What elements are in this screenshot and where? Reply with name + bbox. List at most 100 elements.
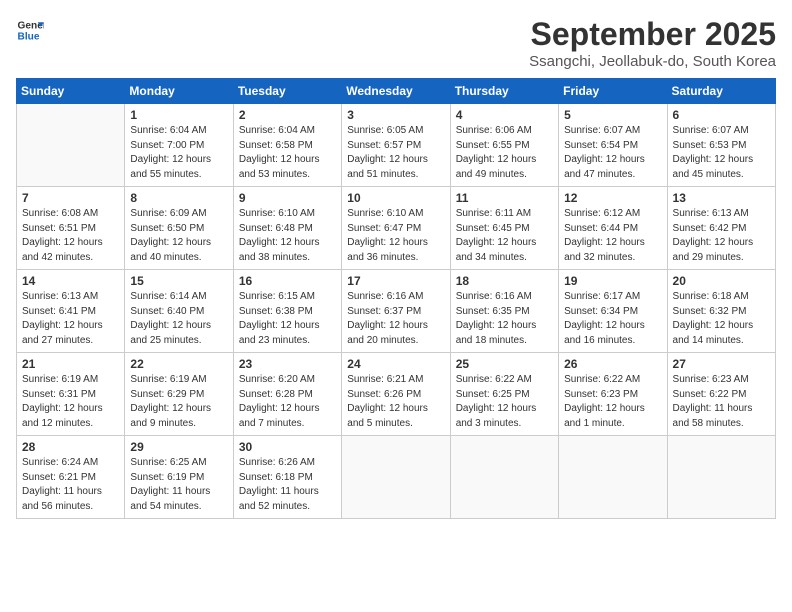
day-info: Sunrise: 6:09 AM Sunset: 6:50 PM Dayligh… bbox=[130, 207, 227, 265]
day-info: Sunrise: 6:13 AM Sunset: 6:41 PM Dayligh… bbox=[22, 290, 119, 348]
day-number: 14 bbox=[22, 274, 119, 288]
day-info: Sunrise: 6:14 AM Sunset: 6:40 PM Dayligh… bbox=[130, 290, 227, 348]
calendar-cell: 3Sunrise: 6:05 AM Sunset: 6:57 PM Daylig… bbox=[342, 104, 450, 187]
day-header-thursday: Thursday bbox=[450, 79, 558, 104]
calendar-cell bbox=[17, 104, 125, 187]
day-info: Sunrise: 6:12 AM Sunset: 6:44 PM Dayligh… bbox=[564, 207, 661, 265]
day-number: 29 bbox=[130, 440, 227, 454]
calendar-cell: 20 Sunrise: 6:18 AM Sunset: 6:32 PM Dayli… bbox=[667, 270, 775, 353]
day-info: Sunrise: 6:16 AM Sunset: 6:35 PM Dayligh… bbox=[456, 290, 553, 348]
calendar-cell: 28 Sunrise: 6:24 AM Sunset: 6:21 PM Dayli… bbox=[17, 436, 125, 519]
calendar-cell: 11 Sunrise: 6:11 AM Sunset: 6:45 PM Dayli… bbox=[450, 187, 558, 270]
day-info: Sunrise: 6:23 AM Sunset: 6:22 PM Dayligh… bbox=[673, 373, 770, 431]
calendar-cell: 25 Sunrise: 6:22 AM Sunset: 6:25 PM Dayli… bbox=[450, 353, 558, 436]
day-header-sunday: Sunday bbox=[17, 79, 125, 104]
day-number: 4 bbox=[456, 108, 553, 122]
day-number: 26 bbox=[564, 357, 661, 371]
day-info: Sunrise: 6:22 AM Sunset: 6:25 PM Dayligh… bbox=[456, 373, 553, 431]
day-number: 1 bbox=[130, 108, 227, 122]
calendar-cell bbox=[342, 436, 450, 519]
calendar-cell: 14 Sunrise: 6:13 AM Sunset: 6:41 PM Dayli… bbox=[17, 270, 125, 353]
calendar-cell: 19 Sunrise: 6:17 AM Sunset: 6:34 PM Dayli… bbox=[559, 270, 667, 353]
day-number: 13 bbox=[673, 191, 770, 205]
week-row-2: 7 Sunrise: 6:08 AM Sunset: 6:51 PM Daylig… bbox=[17, 187, 776, 270]
calendar-cell: 27Sunrise: 6:23 AM Sunset: 6:22 PM Dayli… bbox=[667, 353, 775, 436]
calendar-cell: 24 Sunrise: 6:21 AM Sunset: 6:26 PM Dayli… bbox=[342, 353, 450, 436]
day-info: Sunrise: 6:18 AM Sunset: 6:32 PM Dayligh… bbox=[673, 290, 770, 348]
day-info: Sunrise: 6:08 AM Sunset: 6:51 PM Dayligh… bbox=[22, 207, 119, 265]
day-number: 19 bbox=[564, 274, 661, 288]
day-info: Sunrise: 6:21 AM Sunset: 6:26 PM Dayligh… bbox=[347, 373, 444, 431]
day-number: 6 bbox=[673, 108, 770, 122]
logo: General Blue bbox=[16, 16, 44, 44]
title-block: September 2025 Ssangchi, Jeollabuk-do, S… bbox=[529, 16, 776, 70]
calendar-cell: 26 Sunrise: 6:22 AM Sunset: 6:23 PM Dayli… bbox=[559, 353, 667, 436]
day-header-monday: Monday bbox=[125, 79, 233, 104]
day-info: Sunrise: 6:11 AM Sunset: 6:45 PM Dayligh… bbox=[456, 207, 553, 265]
calendar-cell: 5 Sunrise: 6:07 AM Sunset: 6:54 PM Daylig… bbox=[559, 104, 667, 187]
calendar-cell: 12 Sunrise: 6:12 AM Sunset: 6:44 PM Dayli… bbox=[559, 187, 667, 270]
week-row-1: 1 Sunrise: 6:04 AM Sunset: 7:00 PM Daylig… bbox=[17, 104, 776, 187]
day-info: Sunrise: 6:15 AM Sunset: 6:38 PM Dayligh… bbox=[239, 290, 336, 348]
calendar-cell: 29 Sunrise: 6:25 AM Sunset: 6:19 PM Dayli… bbox=[125, 436, 233, 519]
calendar-cell: 16 Sunrise: 6:15 AM Sunset: 6:38 PM Dayli… bbox=[233, 270, 341, 353]
day-header-friday: Friday bbox=[559, 79, 667, 104]
day-number: 18 bbox=[456, 274, 553, 288]
calendar-cell: 7 Sunrise: 6:08 AM Sunset: 6:51 PM Daylig… bbox=[17, 187, 125, 270]
day-number: 10 bbox=[347, 191, 444, 205]
day-number: 9 bbox=[239, 191, 336, 205]
day-info: Sunrise: 6:19 AM Sunset: 6:29 PM Dayligh… bbox=[130, 373, 227, 431]
calendar-cell: 15 Sunrise: 6:14 AM Sunset: 6:40 PM Dayli… bbox=[125, 270, 233, 353]
day-number: 28 bbox=[22, 440, 119, 454]
day-header-tuesday: Tuesday bbox=[233, 79, 341, 104]
day-number: 5 bbox=[564, 108, 661, 122]
day-number: 16 bbox=[239, 274, 336, 288]
day-number: 12 bbox=[564, 191, 661, 205]
calendar-cell: 17 Sunrise: 6:16 AM Sunset: 6:37 PM Dayli… bbox=[342, 270, 450, 353]
week-row-4: 21 Sunrise: 6:19 AM Sunset: 6:31 PM Dayli… bbox=[17, 353, 776, 436]
location-subtitle: Ssangchi, Jeollabuk-do, South Korea bbox=[529, 53, 776, 70]
day-info: Sunrise: 6:04 AM Sunset: 7:00 PM Dayligh… bbox=[130, 124, 227, 182]
day-number: 17 bbox=[347, 274, 444, 288]
day-info: Sunrise: 6:25 AM Sunset: 6:19 PM Dayligh… bbox=[130, 456, 227, 514]
day-number: 3 bbox=[347, 108, 444, 122]
calendar-cell: 13 Sunrise: 6:13 AM Sunset: 6:42 PM Dayli… bbox=[667, 187, 775, 270]
calendar-cell: 21 Sunrise: 6:19 AM Sunset: 6:31 PM Dayli… bbox=[17, 353, 125, 436]
day-info: Sunrise: 6:16 AM Sunset: 6:37 PM Dayligh… bbox=[347, 290, 444, 348]
day-number: 7 bbox=[22, 191, 119, 205]
day-number: 24 bbox=[347, 357, 444, 371]
day-info: Sunrise: 6:22 AM Sunset: 6:23 PM Dayligh… bbox=[564, 373, 661, 431]
week-row-5: 28 Sunrise: 6:24 AM Sunset: 6:21 PM Dayli… bbox=[17, 436, 776, 519]
calendar-cell: 10 Sunrise: 6:10 AM Sunset: 6:47 PM Dayli… bbox=[342, 187, 450, 270]
day-number: 21 bbox=[22, 357, 119, 371]
svg-text:Blue: Blue bbox=[18, 31, 40, 42]
week-row-3: 14 Sunrise: 6:13 AM Sunset: 6:41 PM Dayli… bbox=[17, 270, 776, 353]
day-info: Sunrise: 6:24 AM Sunset: 6:21 PM Dayligh… bbox=[22, 456, 119, 514]
day-info: Sunrise: 6:26 AM Sunset: 6:18 PM Dayligh… bbox=[239, 456, 336, 514]
logo-icon: General Blue bbox=[16, 16, 44, 44]
day-info: Sunrise: 6:13 AM Sunset: 6:42 PM Dayligh… bbox=[673, 207, 770, 265]
calendar-cell: 8 Sunrise: 6:09 AM Sunset: 6:50 PM Daylig… bbox=[125, 187, 233, 270]
day-number: 23 bbox=[239, 357, 336, 371]
day-header-wednesday: Wednesday bbox=[342, 79, 450, 104]
day-info: Sunrise: 6:04 AM Sunset: 6:58 PM Dayligh… bbox=[239, 124, 336, 182]
calendar-cell bbox=[667, 436, 775, 519]
month-title: September 2025 bbox=[529, 16, 776, 53]
day-info: Sunrise: 6:19 AM Sunset: 6:31 PM Dayligh… bbox=[22, 373, 119, 431]
day-number: 25 bbox=[456, 357, 553, 371]
calendar-cell: 4Sunrise: 6:06 AM Sunset: 6:55 PM Daylig… bbox=[450, 104, 558, 187]
day-number: 11 bbox=[456, 191, 553, 205]
calendar-cell: 22Sunrise: 6:19 AM Sunset: 6:29 PM Dayli… bbox=[125, 353, 233, 436]
calendar-cell: 1 Sunrise: 6:04 AM Sunset: 7:00 PM Daylig… bbox=[125, 104, 233, 187]
page-header: General Blue September 2025 Ssangchi, Je… bbox=[16, 16, 776, 70]
calendar-cell: 18 Sunrise: 6:16 AM Sunset: 6:35 PM Dayli… bbox=[450, 270, 558, 353]
day-info: Sunrise: 6:10 AM Sunset: 6:47 PM Dayligh… bbox=[347, 207, 444, 265]
day-header-saturday: Saturday bbox=[667, 79, 775, 104]
day-number: 8 bbox=[130, 191, 227, 205]
calendar-table: SundayMondayTuesdayWednesdayThursdayFrid… bbox=[16, 78, 776, 519]
day-number: 15 bbox=[130, 274, 227, 288]
day-info: Sunrise: 6:07 AM Sunset: 6:54 PM Dayligh… bbox=[564, 124, 661, 182]
day-info: Sunrise: 6:07 AM Sunset: 6:53 PM Dayligh… bbox=[673, 124, 770, 182]
day-info: Sunrise: 6:17 AM Sunset: 6:34 PM Dayligh… bbox=[564, 290, 661, 348]
day-number: 20 bbox=[673, 274, 770, 288]
